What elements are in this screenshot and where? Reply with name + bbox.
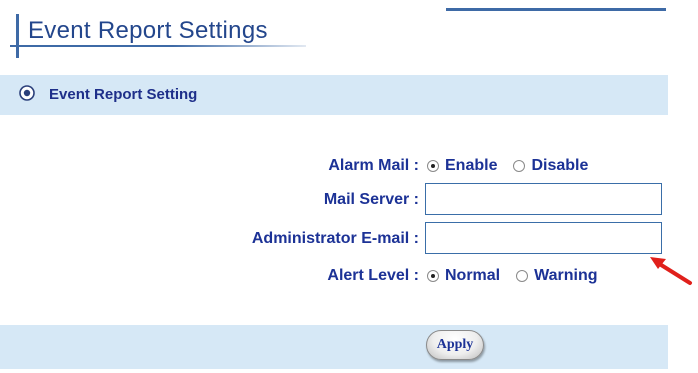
alert-level-normal-label[interactable]: Normal: [445, 267, 500, 285]
page-header: Event Report Settings: [0, 0, 698, 68]
alert-level-row: Alert Level : Normal Warning: [0, 259, 668, 293]
alert-level-warning-label[interactable]: Warning: [534, 267, 597, 285]
alarm-mail-enable-label[interactable]: Enable: [445, 157, 497, 175]
section-header: Event Report Setting: [0, 75, 668, 115]
alarm-mail-disable-label[interactable]: Disable: [531, 157, 588, 175]
alert-level-warning-radio[interactable]: [516, 270, 529, 282]
alarm-mail-disable-radio[interactable]: [513, 160, 526, 172]
section-title: Event Report Setting: [49, 86, 198, 103]
mail-server-row: Mail Server :: [0, 183, 668, 217]
alert-level-normal-radio[interactable]: [427, 270, 439, 282]
apply-button[interactable]: Apply: [426, 330, 484, 360]
title-vertical-rule: [16, 14, 19, 58]
form-footer: Apply: [0, 325, 668, 369]
admin-email-input[interactable]: [425, 222, 662, 254]
admin-email-label: Administrator E-mail :: [251, 230, 419, 247]
circle-bullet-icon: [19, 85, 35, 101]
admin-email-row: Administrator E-mail :: [0, 222, 668, 256]
mail-server-label: Mail Server :: [323, 191, 419, 208]
title-top-rule: [446, 8, 666, 11]
annotation-arrow-icon: [650, 257, 692, 285]
mail-server-input[interactable]: [425, 183, 662, 215]
alert-level-label: Alert Level :: [327, 267, 419, 284]
alarm-mail-label: Alarm Mail :: [328, 157, 419, 174]
alert-level-options: Normal Warning: [427, 267, 614, 285]
alarm-mail-options: Enable Disable: [427, 157, 604, 175]
alarm-mail-row: Alarm Mail : Enable Disable: [0, 149, 668, 183]
alarm-mail-enable-radio[interactable]: [427, 160, 439, 172]
settings-form: Alarm Mail : Enable Disable Mail Server …: [0, 115, 668, 325]
page-title: Event Report Settings: [28, 17, 268, 44]
title-underline: [10, 45, 306, 47]
